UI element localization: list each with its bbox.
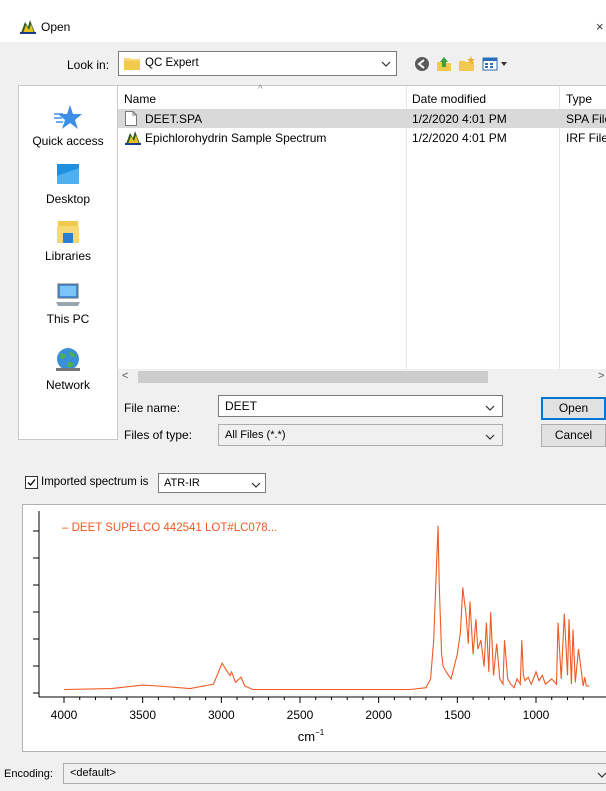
file-date: 1/2/2020 4:01 PM	[412, 131, 507, 145]
imported-spectrum-label: Imported spectrum is	[41, 476, 149, 488]
sidebar-item-quick-access[interactable]: Quick access	[19, 104, 117, 148]
places-sidebar: Quick access Desktop Libraries This PC N…	[18, 85, 118, 440]
column-header-type[interactable]: Type	[566, 92, 592, 106]
chevron-down-icon	[485, 431, 495, 441]
sidebar-item-desktop[interactable]: Desktop	[19, 162, 117, 206]
spectrum-app-icon	[125, 131, 141, 145]
file-row-epichlorohydrin[interactable]: Epichlorohydrin Sample Spectrum 1/2/2020…	[118, 128, 606, 147]
encoding-label: Encoding:	[4, 768, 53, 780]
encoding-dropdown[interactable]: <default>	[63, 763, 606, 784]
spectrum-chart: 4000 3500 3000 2500 2000 1500 1000 – DEET SUPE…	[33, 511, 606, 744]
spectrum-type-value: ATR-IR	[164, 477, 200, 489]
libraries-icon	[57, 221, 79, 243]
encoding-value: <default>	[70, 767, 116, 779]
close-icon[interactable]: ×	[596, 19, 604, 34]
file-type-label: Files of type:	[124, 428, 193, 442]
x-axis-label-unit: cm	[298, 729, 315, 744]
spectrum-app-icon	[20, 18, 36, 34]
scroll-right-icon[interactable]: >	[598, 370, 604, 382]
sidebar-item-label: This PC	[46, 312, 90, 326]
imported-spectrum-checkbox[interactable]	[25, 476, 38, 489]
x-tick-label: 1000	[523, 708, 550, 722]
new-folder-icon[interactable]	[457, 54, 477, 74]
chevron-down-icon	[251, 479, 261, 489]
x-tick-label: 1500	[444, 708, 471, 722]
up-folder-icon[interactable]	[434, 54, 454, 74]
chevron-down-icon	[381, 58, 391, 68]
title-bar	[0, 0, 606, 42]
chevron-down-icon	[597, 769, 606, 779]
scrollbar-thumb[interactable]	[138, 371, 488, 383]
file-type: SPA File	[566, 112, 606, 126]
sidebar-item-this-pc[interactable]: This PC	[19, 282, 117, 326]
sidebar-item-label: Desktop	[45, 192, 91, 206]
sidebar-item-network[interactable]: Network	[19, 346, 117, 392]
look-in-label: Look in:	[67, 58, 110, 72]
spectrum-type-dropdown[interactable]: ATR-IR	[158, 473, 266, 493]
column-header-date[interactable]: Date modified	[412, 92, 486, 106]
file-name: Epichlorohydrin Sample Spectrum	[145, 131, 327, 145]
file-type-value: All Files (*.*)	[225, 429, 286, 441]
horizontal-scrollbar[interactable]: < >	[118, 369, 606, 385]
file-name-input[interactable]: DEET	[218, 395, 503, 417]
file-name: DEET.SPA	[145, 112, 203, 126]
sidebar-item-label: Libraries	[44, 249, 92, 263]
open-button[interactable]: Open	[541, 397, 606, 420]
x-tick-label: 2000	[365, 708, 392, 722]
sort-ascending-icon: ^	[258, 84, 263, 95]
file-name-value: DEET	[225, 399, 258, 413]
x-axis-label-exponent: −1	[315, 728, 325, 737]
file-name-label: File name:	[124, 401, 181, 415]
network-icon	[56, 348, 80, 371]
chevron-down-icon[interactable]	[485, 402, 495, 412]
checkmark-icon	[27, 479, 36, 486]
computer-icon	[56, 283, 80, 306]
spectrum-preview: 4000 3500 3000 2500 2000 1500 1000 – DEET SUPE…	[22, 504, 606, 752]
back-icon[interactable]	[412, 54, 432, 74]
desktop-icon	[57, 164, 79, 184]
sidebar-item-libraries[interactable]: Libraries	[19, 219, 117, 263]
file-type-dropdown[interactable]: All Files (*.*)	[218, 424, 503, 446]
cancel-button[interactable]: Cancel	[541, 424, 606, 447]
x-tick-label: 3000	[208, 708, 235, 722]
document-icon	[125, 111, 137, 126]
x-tick-label: 2500	[287, 708, 314, 722]
column-header-name[interactable]: Name	[124, 92, 156, 106]
spectrum-series-line	[63, 525, 590, 691]
view-menu-icon[interactable]	[481, 54, 509, 74]
file-row-deet[interactable]: DEET.SPA 1/2/2020 4:01 PM SPA File	[118, 109, 606, 128]
file-list[interactable]: Name ^ Date modified Type DEET.SPA 1/2/2…	[118, 84, 606, 370]
file-date: 1/2/2020 4:01 PM	[412, 112, 507, 126]
scroll-left-icon[interactable]: <	[122, 370, 128, 382]
star-icon	[54, 105, 82, 129]
chart-legend: – DEET SUPELCO 442541 LOT#LC078...	[62, 522, 277, 534]
sidebar-item-label: Quick access	[32, 134, 104, 148]
x-tick-label: 3500	[129, 708, 156, 722]
look-in-value: QC Expert	[145, 57, 199, 69]
sidebar-item-label: Network	[45, 378, 90, 392]
x-axis-label: cm−1	[298, 728, 325, 744]
window-title: Open	[41, 20, 71, 34]
folder-icon	[124, 56, 140, 70]
x-tick-label: 4000	[51, 708, 78, 722]
look-in-dropdown[interactable]: QC Expert	[118, 51, 397, 76]
file-type: IRF File	[566, 131, 606, 145]
